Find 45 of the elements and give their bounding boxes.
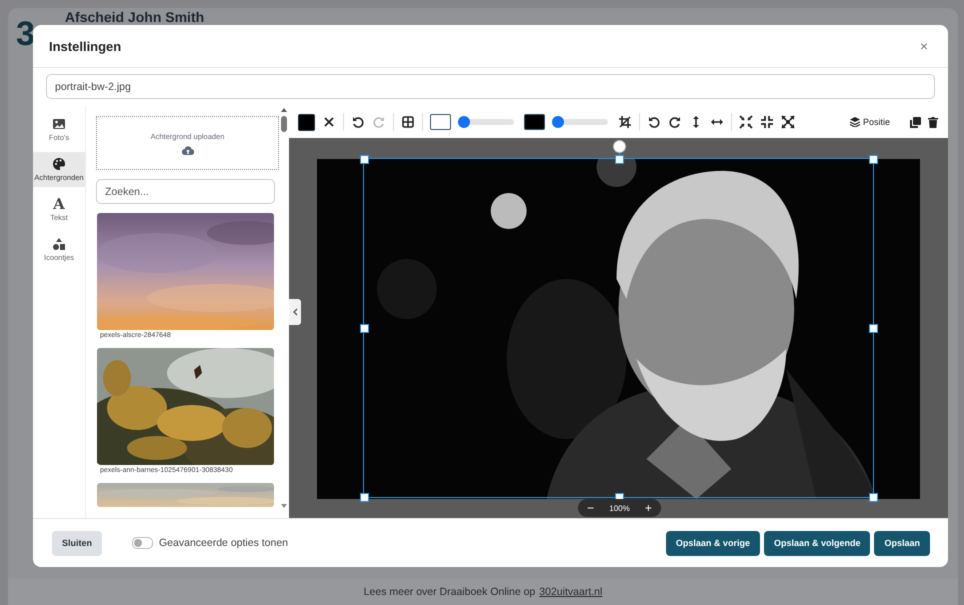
collapse-button[interactable] [289,299,301,325]
undo-button[interactable] [351,115,365,129]
position-button[interactable]: Positie [850,117,890,127]
trash-icon[interactable] [928,116,938,128]
shapes-icon [52,237,66,251]
zoom-in-button[interactable]: + [642,501,655,515]
crop-button[interactable] [618,115,632,129]
zoom-out-button[interactable]: − [584,501,598,515]
zoom-level: 100% [609,504,630,512]
save-button[interactable]: Opslaan [874,530,930,556]
close-button[interactable] [322,115,336,129]
scroll-down-icon[interactable] [281,504,287,508]
grid-button[interactable] [401,115,415,129]
slider[interactable] [461,119,514,125]
color-swatch[interactable] [430,114,451,130]
scrollbar-thumb[interactable] [281,116,287,132]
close-button[interactable]: × [916,36,932,56]
scroll-up-icon[interactable] [281,108,287,112]
save-button[interactable]: Opslaan & volgende [764,530,870,556]
rotate-left-button[interactable] [647,115,661,129]
footer-link[interactable]: 302uitvaart.nl [539,586,602,598]
rotate-right-button[interactable] [668,115,682,129]
palette-icon [52,157,66,171]
search-field[interactable]: Zoeken... [96,179,275,204]
advanced-options-toggle[interactable]: Geavanceerde opties tonen [132,537,288,549]
selection-frame[interactable] [358,138,879,503]
slider[interactable] [555,119,608,125]
layers-icon [850,117,860,127]
save-button[interactable]: Opslaan & vorige [666,530,760,556]
shrink-button[interactable] [760,115,774,129]
compress-button[interactable] [739,115,753,129]
text-icon: A [53,197,65,211]
expand-button[interactable] [781,115,795,129]
footer-text: Lees meer over Draaiboek Online op [364,586,536,598]
dialog-title: Instellingen [49,38,122,54]
image-icon [52,117,66,131]
cloud-upload-icon [182,146,194,154]
close-button[interactable]: Sluiten [52,530,102,556]
page-title: Afscheid John Smith [64,9,204,25]
color-swatch[interactable] [524,114,545,130]
logo: 3 [16,14,35,55]
filename-field[interactable]: portrait-bw-2.jpg [46,74,935,99]
chevron-left-icon [292,308,298,316]
color-swatch[interactable] [298,114,315,130]
duplicate-icon[interactable] [910,116,921,128]
